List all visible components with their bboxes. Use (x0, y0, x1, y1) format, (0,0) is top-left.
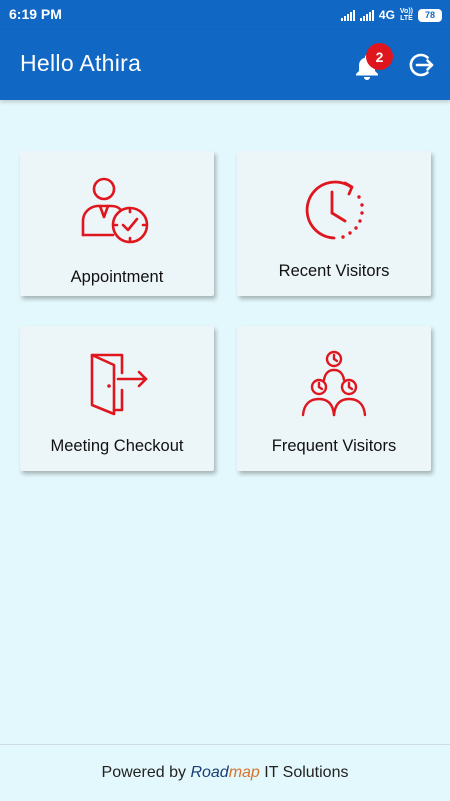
recent-visitors-tile[interactable]: Recent Visitors (237, 151, 431, 296)
people-group-icon (301, 350, 367, 417)
door-exit-icon (90, 353, 148, 416)
brand-name-part2: map (228, 764, 260, 781)
logout-button[interactable] (408, 51, 436, 79)
meeting-checkout-tile[interactable]: Meeting Checkout (20, 326, 214, 471)
status-bar: 6:19 PM 4G Vo)) LTE 78 (0, 0, 450, 30)
network-type: 4G (378, 8, 395, 22)
recent-visitors-label: Recent Visitors (278, 262, 390, 280)
signal-icon (359, 9, 374, 21)
volte-top-label: Vo)) (399, 8, 413, 15)
meeting-checkout-label: Meeting Checkout (50, 437, 184, 455)
page-title: Hello Athira (20, 50, 142, 76)
status-indicators: 4G Vo)) LTE 78 (340, 6, 442, 24)
appointment-tile[interactable]: Appointment (20, 151, 214, 296)
logout-icon (409, 53, 434, 77)
person-clock-icon (81, 177, 149, 244)
appointment-label: Appointment (70, 268, 164, 286)
volte-bottom-label: LTE (400, 15, 413, 22)
battery-icon: 78 (418, 8, 442, 22)
footer: Powered by Roadmap IT Solutions (0, 744, 450, 801)
frequent-visitors-tile[interactable]: Frequent Visitors (237, 326, 431, 471)
powered-by-text: Powered by Roadmap IT Solutions (0, 764, 450, 782)
signal-icon (340, 9, 355, 21)
frequent-visitors-label: Frequent Visitors (271, 437, 397, 455)
notification-badge: 2 (366, 43, 393, 70)
app-bar: Hello Athira 2 (0, 30, 450, 100)
volte-indicator: Vo)) LTE (400, 8, 413, 22)
powered-by-prefix: Powered by (101, 764, 191, 781)
battery-level: 78 (424, 10, 435, 20)
brand-name-part1: Road (190, 764, 229, 781)
status-time: 6:19 PM (9, 6, 62, 22)
powered-by-suffix: IT Solutions (259, 764, 349, 781)
clock-history-icon (305, 180, 364, 240)
